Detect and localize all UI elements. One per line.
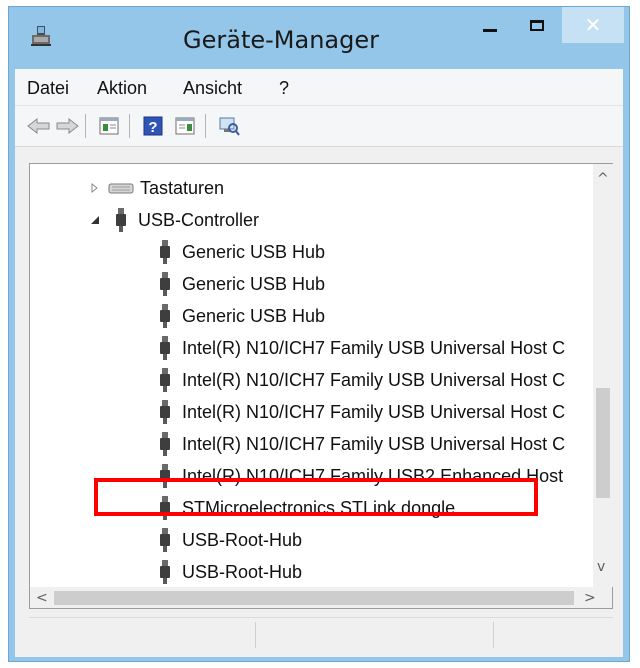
- usb-device-icon: [160, 528, 170, 552]
- vertical-scroll-thumb[interactable]: [596, 388, 610, 498]
- scroll-down-icon[interactable]: v: [597, 560, 605, 574]
- update-driver-button[interactable]: [171, 112, 199, 140]
- tree-item-device[interactable]: Generic USB Hub: [158, 268, 325, 300]
- usb-device-icon: [160, 272, 170, 296]
- usb-device-icon: [160, 304, 170, 328]
- toolbar-separator: [129, 114, 130, 138]
- tree-item-device[interactable]: USB-Root-Hub: [158, 556, 302, 587]
- device-tree[interactable]: Tastaturen USB-Controller Generic USB Hu…: [29, 163, 607, 587]
- device-label: Generic USB Hub: [182, 242, 326, 262]
- tree-item-device[interactable]: Generic USB Hub: [158, 236, 325, 268]
- keyboard-icon: [108, 183, 134, 194]
- tree-item-device[interactable]: Intel(R) N10/ICH7 Family USB Universal H…: [158, 428, 565, 460]
- show-hide-tree-button[interactable]: [95, 112, 123, 140]
- menu-help[interactable]: ?: [275, 77, 293, 99]
- status-separator: [255, 622, 256, 648]
- vertical-scrollbar[interactable]: ^ v: [593, 163, 613, 587]
- menu-bar: Datei Aktion Ansicht ?: [15, 69, 623, 106]
- toolbar-separator: [85, 114, 86, 138]
- tree-item-device[interactable]: Intel(R) N10/ICH7 Family USB Universal H…: [158, 396, 565, 428]
- back-button[interactable]: [25, 112, 53, 140]
- horizontal-scroll-thumb[interactable]: [54, 591, 574, 605]
- scan-hardware-icon: [219, 117, 240, 136]
- tree-item-device[interactable]: USB-Root-Hub: [158, 524, 302, 556]
- status-separator: [493, 622, 494, 648]
- horizontal-scrollbar[interactable]: < >: [29, 587, 613, 609]
- usb-plug-icon: [116, 208, 126, 232]
- scan-hardware-button[interactable]: [215, 112, 243, 140]
- minimize-button[interactable]: [475, 7, 505, 43]
- client-area: Datei Aktion Ansicht ? ? Tastaturen USB-…: [15, 69, 623, 657]
- menu-datei[interactable]: Datei: [23, 77, 73, 99]
- device-label: USB-Root-Hub: [182, 562, 303, 582]
- usb-device-icon: [160, 432, 170, 456]
- window-title: Geräte-Manager: [183, 26, 379, 54]
- usb-device-icon: [160, 560, 170, 584]
- svg-text:?: ?: [148, 119, 157, 136]
- expand-arrow-icon[interactable]: [90, 183, 100, 193]
- tree-item-device[interactable]: Intel(R) N10/ICH7 Family USB Universal H…: [158, 364, 565, 396]
- usb-device-icon: [160, 336, 170, 360]
- device-label: Generic USB Hub: [182, 306, 326, 326]
- menu-ansicht[interactable]: Ansicht: [179, 77, 246, 99]
- maximize-button[interactable]: [520, 7, 554, 43]
- close-icon: ✕: [584, 13, 602, 37]
- back-arrow-icon: [27, 118, 50, 134]
- toolbar-separator: [205, 114, 206, 138]
- device-manager-window: Geräte-Manager ✕ Datei Aktion Ansicht ?: [8, 6, 630, 662]
- tree-item-usb-controller[interactable]: USB-Controller: [90, 204, 259, 236]
- tree-item-tastaturen[interactable]: Tastaturen: [90, 172, 224, 204]
- forward-arrow-icon: [56, 118, 79, 134]
- forward-button[interactable]: [53, 112, 81, 140]
- highlight-annotation: [94, 478, 538, 516]
- tree-item-label: Tastaturen: [140, 178, 225, 198]
- device-label: Intel(R) N10/ICH7 Family USB Universal H…: [182, 402, 566, 422]
- device-label: USB-Root-Hub: [182, 530, 303, 550]
- properties-icon: [99, 117, 119, 135]
- usb-device-icon: [160, 240, 170, 264]
- tree-item-label: USB-Controller: [138, 210, 260, 230]
- collapse-arrow-icon[interactable]: [90, 215, 100, 225]
- maximize-icon: [530, 19, 544, 31]
- tree-item-device[interactable]: Generic USB Hub: [158, 300, 325, 332]
- status-bar: [29, 617, 613, 652]
- minimize-icon: [483, 28, 497, 32]
- close-button[interactable]: ✕: [562, 7, 624, 43]
- title-bar[interactable]: Geräte-Manager ✕: [9, 7, 629, 69]
- help-icon: ?: [143, 116, 163, 136]
- tree-item-device[interactable]: Intel(R) N10/ICH7 Family USB Universal H…: [158, 332, 565, 364]
- device-label: Intel(R) N10/ICH7 Family USB Universal H…: [182, 434, 566, 454]
- usb-device-icon: [160, 400, 170, 424]
- usb-device-icon: [160, 368, 170, 392]
- menu-aktion[interactable]: Aktion: [93, 77, 151, 99]
- scroll-up-icon[interactable]: ^: [597, 172, 609, 186]
- device-label: Intel(R) N10/ICH7 Family USB Universal H…: [182, 370, 566, 390]
- toolbar: ?: [15, 106, 623, 147]
- help-button[interactable]: ?: [139, 112, 167, 140]
- scroll-left-icon[interactable]: <: [36, 591, 48, 605]
- scroll-right-icon[interactable]: >: [584, 591, 596, 605]
- device-label: Generic USB Hub: [182, 274, 326, 294]
- device-label: Intel(R) N10/ICH7 Family USB Universal H…: [182, 338, 566, 358]
- update-driver-icon: [175, 117, 195, 135]
